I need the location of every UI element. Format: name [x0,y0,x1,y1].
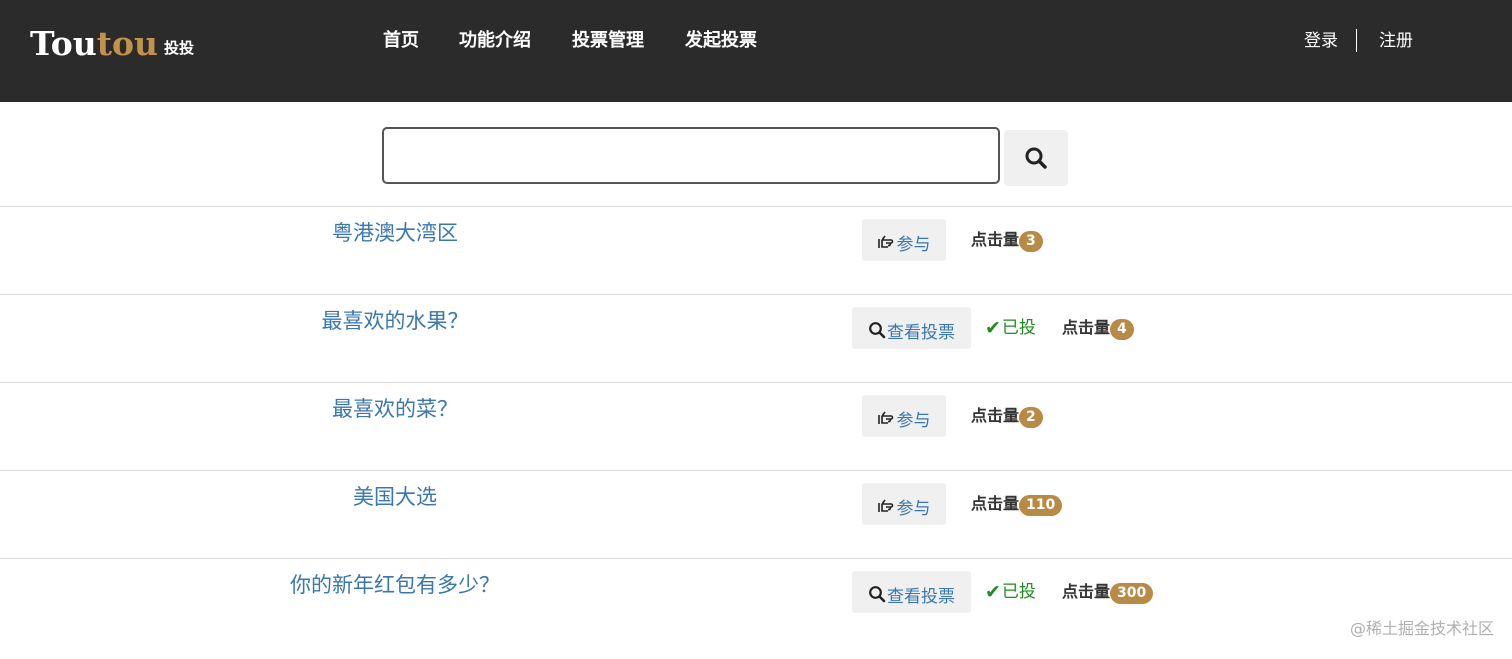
join-button[interactable]: 参与 [862,219,946,261]
brand-name-part2: tou [96,24,159,63]
click-count-label: 点击量 [971,406,1020,425]
search-icon [868,585,886,603]
check-icon: ✔ [985,581,1001,603]
brand-logo[interactable]: Toutou 投投 [30,24,194,64]
voted-status: ✔ 已投 [985,581,1036,603]
view-vote-button-label: 查看投票 [887,586,955,607]
click-count-badge: 3 [1019,231,1043,252]
click-count: 点击量 110 [971,492,1063,516]
click-count: 点击量 4 [1062,316,1134,340]
poll-title[interactable]: 美国大选 [200,483,590,511]
view-vote-button[interactable]: 查看投票 [852,307,971,349]
click-count: 点击量 2 [971,404,1043,428]
nav-divider [1356,29,1357,52]
voted-status: ✔ 已投 [985,317,1036,339]
search-button[interactable] [1004,130,1068,186]
poll-title[interactable]: 最喜欢的菜？ [200,395,590,423]
register-link[interactable]: 注册 [1379,29,1413,53]
click-count-badge: 110 [1019,495,1063,516]
nav-features[interactable]: 功能介绍 [459,29,531,53]
list-item: 美国大选 参与 点击量 110 [0,470,1512,559]
hand-pointing-icon [877,498,896,514]
nav-home[interactable]: 首页 [383,29,419,53]
voted-label: 已投 [1001,318,1036,338]
click-count-badge: 4 [1110,319,1134,340]
search-icon [868,321,886,339]
top-navbar: Toutou 投投 首页 功能介绍 投票管理 发起投票 登录 注册 [0,0,1512,102]
list-item: 最喜欢的水果？ 查看投票 ✔ 已投 点击量 4 [0,294,1512,383]
nav-create-vote[interactable]: 发起投票 [685,29,757,53]
list-item: 粤港澳大湾区 参与 点击量 3 [0,206,1512,295]
brand-subtitle: 投投 [164,39,195,57]
brand-name: Toutou [30,24,158,64]
search-icon [1024,146,1048,170]
nav-vote-management[interactable]: 投票管理 [572,29,644,53]
check-icon: ✔ [985,317,1001,339]
click-count-label: 点击量 [971,494,1020,513]
poll-title[interactable]: 最喜欢的水果？ [200,307,590,335]
join-button-label: 参与 [896,234,931,255]
view-vote-button[interactable]: 查看投票 [852,571,971,613]
click-count-label: 点击量 [971,230,1020,249]
login-link[interactable]: 登录 [1304,29,1338,53]
list-item: 你的新年红包有多少？ 查看投票 ✔ 已投 点击量 300 [0,558,1512,647]
join-button[interactable]: 参与 [862,395,946,437]
voted-label: 已投 [1001,582,1036,602]
click-count: 点击量 300 [1062,580,1154,604]
search-input[interactable] [382,127,1000,184]
list-item: 最喜欢的菜？ 参与 点击量 2 [0,382,1512,471]
click-count-label: 点击量 [1062,318,1111,337]
poll-title[interactable]: 粤港澳大湾区 [200,219,590,247]
click-count: 点击量 3 [971,228,1043,252]
brand-name-part1: Tou [30,24,97,63]
click-count-badge: 2 [1019,407,1043,428]
hand-pointing-icon [877,410,896,426]
view-vote-button-label: 查看投票 [887,322,955,343]
join-button-label: 参与 [896,410,931,431]
click-count-label: 点击量 [1062,582,1111,601]
watermark: @稀土掘金技术社区 [1349,619,1494,638]
join-button-label: 参与 [896,498,931,519]
poll-title[interactable]: 你的新年红包有多少？ [200,571,590,599]
click-count-badge: 300 [1110,583,1154,604]
join-button[interactable]: 参与 [862,483,946,525]
hand-pointing-icon [877,234,896,250]
